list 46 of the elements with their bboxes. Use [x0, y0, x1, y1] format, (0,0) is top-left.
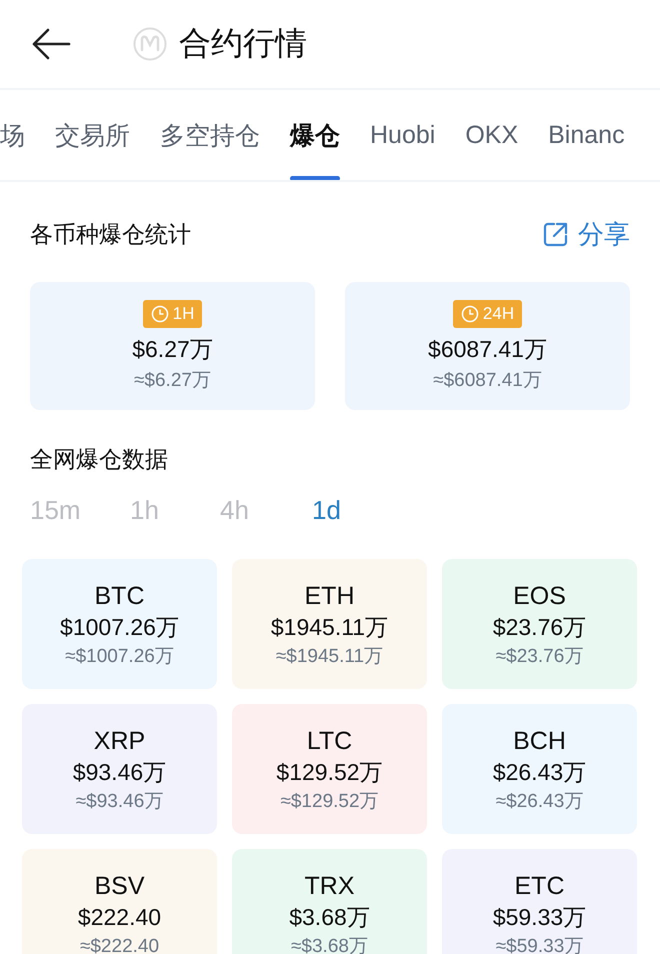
- tab[interactable]: 场: [0, 90, 25, 180]
- approx-amount: ≈$1007.26万: [65, 645, 174, 669]
- liquidation-amount: $93.46万: [72, 758, 166, 787]
- liquidation-amount: $129.52万: [276, 758, 383, 787]
- coin-symbol: XRP: [94, 726, 146, 756]
- page-title: 合约行情: [179, 24, 307, 63]
- approx-amount: ≈$6.27万: [134, 368, 211, 392]
- coin-symbol: ETH: [304, 581, 354, 611]
- tab[interactable]: 爆仓: [290, 90, 340, 180]
- coin-symbol: BSV: [94, 871, 145, 901]
- time-badge: 24H: [452, 300, 522, 328]
- approx-amount: ≈$93.46万: [76, 790, 164, 814]
- liquidation-amount: $6.27万: [132, 334, 213, 364]
- approx-amount: ≈$23.76万: [496, 645, 584, 669]
- period-tab[interactable]: 1d: [312, 495, 412, 526]
- time-badge: 1H: [142, 300, 202, 328]
- liquidation-amount: $6087.41万: [428, 334, 547, 364]
- liquidation-amount: $1945.11万: [270, 613, 388, 642]
- tab[interactable]: 多空持仓: [160, 90, 260, 180]
- tab[interactable]: Binanc: [548, 90, 625, 180]
- liquidation-amount: $3.68万: [289, 903, 370, 932]
- approx-amount: ≈$222.40: [80, 935, 160, 954]
- section-title: 全网爆仓数据: [30, 446, 168, 472]
- coin-symbol: EOS: [513, 581, 566, 611]
- approx-amount: ≈$129.52万: [280, 790, 379, 814]
- logo-icon: [133, 27, 167, 61]
- back-arrow-icon[interactable]: [31, 28, 71, 60]
- coin-symbol: ETC: [514, 871, 564, 901]
- coin-symbol: BCH: [513, 726, 566, 756]
- coin-symbol: TRX: [304, 871, 354, 901]
- liquidation-amount: $59.33万: [492, 903, 586, 932]
- liquidation-amount: $23.76万: [492, 613, 586, 642]
- approx-amount: ≈$26.43万: [496, 790, 584, 814]
- approx-amount: ≈$1945.11万: [276, 645, 384, 669]
- share-icon[interactable]: [542, 220, 570, 248]
- section-title: 各币种爆仓统计: [30, 220, 191, 248]
- liquidation-amount: $222.40: [78, 903, 162, 932]
- coin-symbol: LTC: [306, 726, 352, 756]
- liquidation-amount: $1007.26万: [60, 613, 179, 642]
- share-button[interactable]: 分享: [542, 216, 630, 252]
- tab[interactable]: OKX: [465, 90, 518, 180]
- tab[interactable]: 交易所: [55, 90, 130, 180]
- coin-symbol: BTC: [94, 581, 144, 611]
- approx-amount: ≈$6087.41万: [433, 368, 542, 392]
- liquidation-amount: $26.43万: [492, 758, 586, 787]
- tab[interactable]: Huobi: [370, 90, 436, 180]
